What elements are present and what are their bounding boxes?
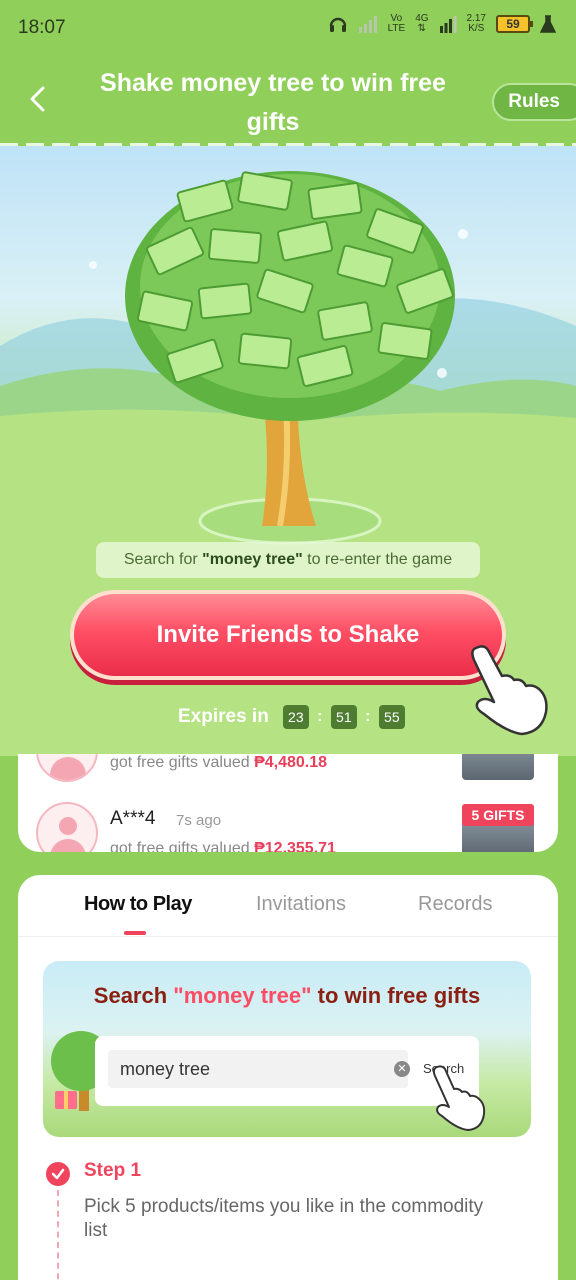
winner-time: 7s ago [176, 812, 222, 829]
how-to-play-panel: How to Play Invitations Records Search "… [18, 875, 558, 1280]
timer-hours: 23 [282, 705, 309, 729]
check-icon [46, 1162, 70, 1186]
list-item: A***4 7s ago got free gifts valued ₱12,3… [18, 796, 558, 852]
status-bar: 18:07 Vo LTE 4G ⇅ 2.17 K/S 59 [0, 0, 576, 56]
gift-count-badge: 5 GIFTS [462, 804, 534, 826]
net-speed: 2.17 K/S [466, 13, 486, 34]
banner-title: Search "money tree" to win free gifts [93, 983, 481, 1008]
pointing-hand-icon [432, 1065, 486, 1131]
search-input: money tree ✕ [108, 1050, 410, 1088]
headset-icon [329, 17, 346, 32]
clear-icon: ✕ [394, 1061, 410, 1077]
step-title: Step 1 [84, 1160, 142, 1181]
pointing-hand-icon [471, 645, 548, 736]
rules-button[interactable]: Rules [492, 83, 576, 121]
volte-indicator: Vo LTE [387, 13, 406, 34]
winner-gift-text: got free gifts valued ₱4,480.18 [110, 754, 328, 771]
tab-invitations[interactable]: Invitations [256, 893, 346, 916]
active-tab-indicator [124, 931, 146, 935]
battery-indicator: 59 [496, 15, 533, 33]
tab-how-to-play[interactable]: How to Play [84, 893, 192, 916]
reenter-hint: Search for "money tree" to re-enter the … [96, 542, 480, 578]
signal-strong-icon [439, 16, 457, 33]
status-time: 18:07 [18, 17, 66, 38]
winner-name: A***4 [110, 808, 156, 829]
step-description: Pick 5 products/items you like in the co… [84, 1196, 484, 1241]
winner-gift-text: got free gifts valued ₱12,355.71 [110, 840, 336, 852]
step-connector [57, 1190, 59, 1280]
list-item: got free gifts valued ₱4,480.18 [18, 754, 558, 790]
flask-icon [540, 15, 556, 33]
timer-minutes: 51 [330, 705, 357, 729]
expires-label: Expires in [178, 706, 269, 727]
expiry-timer: Expires in 23 : 51 : 55 [178, 705, 405, 729]
back-arrow-icon[interactable] [24, 84, 54, 114]
tab-records[interactable]: Records [418, 893, 492, 916]
avatar [36, 802, 98, 852]
timer-seconds: 55 [378, 705, 405, 729]
search-tutorial-banner: Search "money tree" to win free gifts mo… [43, 961, 531, 1137]
status-icons: Vo LTE 4G ⇅ 2.17 K/S 59 [328, 14, 556, 34]
page-title: Shake money tree to win free gifts [100, 69, 446, 136]
search-demo-box: money tree ✕ Search [95, 1036, 479, 1106]
avatar [36, 754, 98, 782]
signal-icon [358, 16, 377, 33]
tab-bar: How to Play Invitations Records [18, 875, 558, 937]
gift-thumbnail [462, 754, 534, 780]
network-4g-indicator: 4G ⇅ [415, 13, 429, 34]
invite-friends-button[interactable]: Invite Friends to Shake [70, 590, 506, 680]
winners-ticker: got free gifts valued ₱4,480.18 A***4 7s… [18, 754, 558, 852]
page-header: Shake money tree to win free gifts Rules [0, 56, 576, 146]
